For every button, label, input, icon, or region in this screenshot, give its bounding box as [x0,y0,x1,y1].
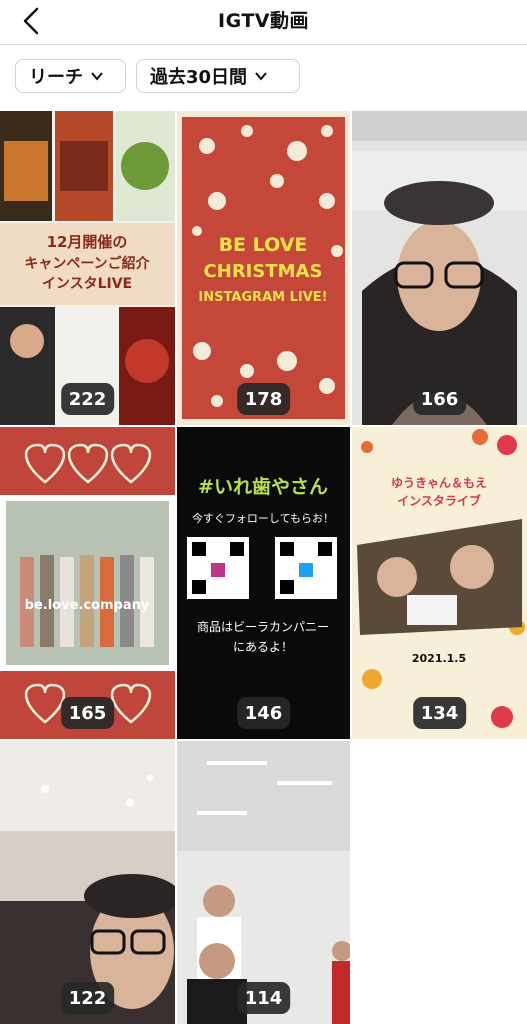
thumbnail-caption-1: #いれ歯やさん [198,475,328,498]
filter-bar: リーチ 過去30日間 [0,45,527,111]
thumbnail-caption-3: 商品はビーラカンパニー [197,619,329,634]
thumbnail-caption-2: インスタライブ [397,493,481,508]
reach-count: 178 [236,383,291,415]
thumbnail-image: BE LOVE CHRISTMAS INSTAGRAM LIVE! [177,111,350,425]
thumbnail-image: 12月開催の キャンペーンご紹介 インスタLIVE [0,111,175,425]
thumbnail-caption-3: インスタLIVE [42,276,132,292]
metric-label: リーチ [29,67,83,88]
thumbnail-image: #いれ歯やさん 今すぐフォローしてもらお！ 商品はビーラカンパニー にあるよ！ [177,427,350,739]
thumbnail-caption-1: BE LOVE [219,234,308,256]
video-thumbnail[interactable]: ゆうきゃん＆もえ インスタライブ 2021.1.5 134 [352,427,527,739]
video-thumbnail[interactable]: #いれ歯やさん 今すぐフォローしてもらお！ 商品はビーラカンパニー にあるよ！ … [177,427,350,739]
thumbnail-caption-1: be.love.company [25,598,150,613]
top-bar: IGTV動画 [0,0,527,45]
video-thumbnail[interactable]: be.love.company 165 [0,427,175,739]
thumbnail-caption-4: にあるよ！ [233,640,293,654]
reach-count: 122 [60,982,115,1014]
thumbnail-image [352,111,527,425]
thumbnail-caption-2: キャンペーンご紹介 [24,255,150,272]
chevron-down-icon [91,72,103,81]
period-dropdown[interactable]: 過去30日間 [136,59,300,93]
video-thumbnail[interactable]: 12月開催の キャンペーンご紹介 インスタLIVE 222 [0,111,175,425]
thumbnail-image: ゆうきゃん＆もえ インスタライブ 2021.1.5 [352,427,527,739]
thumbnail-image: be.love.company [0,427,175,739]
chevron-down-icon [255,72,267,81]
reach-count: 114 [236,982,291,1014]
video-thumbnail[interactable]: 166 [352,111,527,425]
thumbnail-caption-2: 今すぐフォローしてもらお！ [192,511,334,525]
page-title: IGTV動画 [218,10,309,32]
reach-count: 134 [412,697,467,729]
thumbnail-caption-2: CHRISTMAS [204,261,323,282]
thumbnail-caption-1: 12月開催の [47,233,128,251]
video-thumbnail[interactable]: 122 [0,741,175,1024]
thumbnail-caption-1: ゆうきゃん＆もえ [391,476,487,490]
reach-count: 222 [60,383,115,415]
video-thumbnail[interactable]: 114 [177,741,350,1024]
video-thumbnail[interactable]: BE LOVE CHRISTMAS INSTAGRAM LIVE! 178 [177,111,350,425]
thumbnail-caption-3: INSTAGRAM LIVE! [198,290,327,305]
period-label: 過去30日間 [150,67,248,88]
reach-count: 165 [60,697,115,729]
reach-count: 166 [412,383,467,415]
reach-count: 146 [236,697,291,729]
metric-dropdown[interactable]: リーチ [15,59,126,93]
thumbnail-caption-3: 2021.1.5 [412,652,466,665]
